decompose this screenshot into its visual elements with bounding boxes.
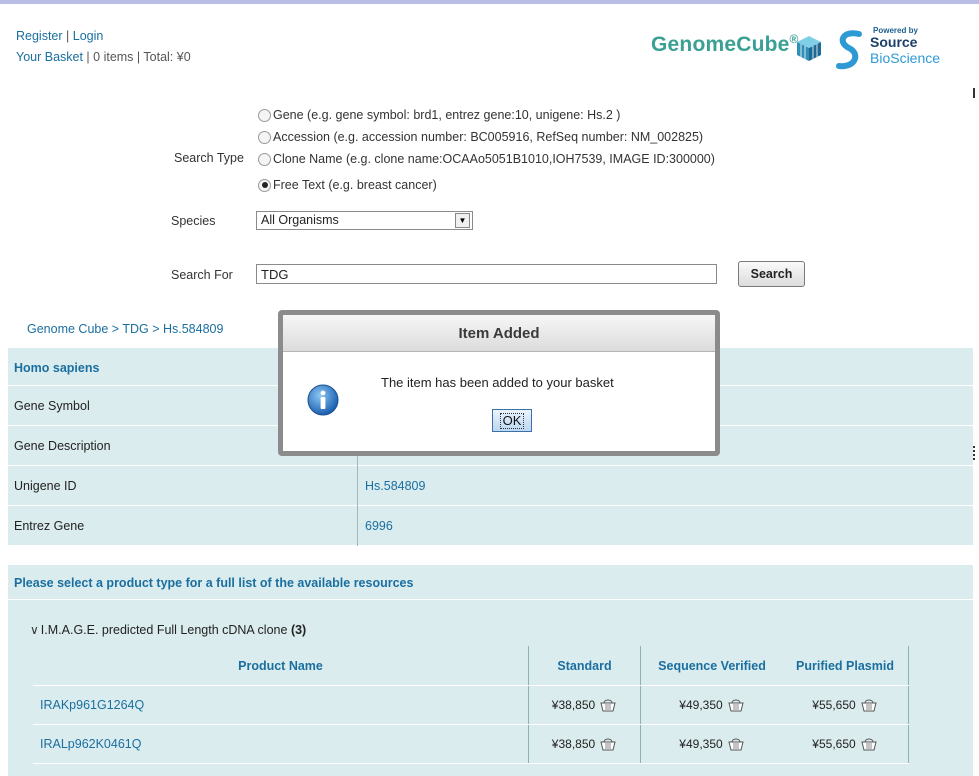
col-purified-plasmid[interactable]: Purified Plasmid [783, 646, 907, 685]
product-name-link[interactable]: IRAKp961G1264Q [40, 686, 144, 724]
info-key: Gene Symbol [14, 399, 90, 413]
radio-gene[interactable] [258, 108, 271, 122]
species-label: Species [171, 214, 216, 228]
entrez-link[interactable]: 6996 [365, 519, 393, 533]
basket-icon[interactable] [727, 698, 745, 712]
breadcrumb-genome-cube[interactable]: Genome Cube [27, 322, 108, 336]
search-type-accession[interactable]: Accession (e.g. accession number: BC0059… [258, 130, 703, 144]
basket-summary: | 0 items | Total: ¥0 [82, 50, 191, 64]
top-accent-bar [0, 0, 979, 4]
price-purified-plasmid[interactable]: ¥55,650 [783, 686, 907, 724]
radio-accession[interactable] [258, 130, 271, 144]
table-header: Product Name Standard Sequence Verified … [33, 646, 909, 686]
item-added-dialog: Item Added The item has been added to yo… [278, 310, 720, 456]
logo-source-text: Source [870, 34, 918, 50]
group-title: I.M.A.G.E. predicted Full Length cDNA cl… [40, 623, 288, 637]
radio-label: Clone Name (e.g. clone name:OCAAo5051B10… [273, 152, 715, 166]
search-type-gene[interactable]: Gene (e.g. gene symbol: brd1, entrez gen… [258, 108, 620, 122]
search-for-label: Search For [171, 268, 233, 282]
basket-link[interactable]: Your Basket [16, 50, 83, 64]
species-select[interactable]: All Organisms ▼ [256, 211, 473, 230]
info-icon [307, 384, 339, 416]
radio-label: Free Text (e.g. breast cancer) [273, 178, 437, 192]
logo-text: GenomeCube® [651, 32, 799, 56]
search-button[interactable]: Search [738, 261, 805, 287]
account-links: Register | Login Your Basket | 0 items |… [16, 26, 191, 68]
breadcrumb: Genome Cube > TDG > Hs.584809 [27, 322, 223, 336]
login-link[interactable]: Login [73, 29, 104, 43]
info-key: Entrez Gene [14, 519, 85, 533]
products-heading: Please select a product type for a full … [14, 576, 414, 590]
scrollbar-grip[interactable] [973, 446, 975, 460]
scrollbar-fragment [973, 88, 975, 98]
breadcrumb-separator: > [148, 322, 163, 336]
info-key: Unigene ID [14, 479, 77, 493]
radio-label: Accession (e.g. accession number: BC0059… [273, 130, 704, 144]
chevron-down-icon[interactable]: ∨ [30, 623, 39, 637]
radio-label: Gene (e.g. gene symbol: brd1, entrez gen… [273, 108, 621, 122]
basket-icon[interactable] [599, 737, 617, 751]
search-type-free-text[interactable]: Free Text (e.g. breast cancer) [258, 178, 437, 192]
ok-button[interactable]: OK [492, 409, 532, 432]
col-standard[interactable]: Standard [529, 646, 640, 685]
info-key: Gene Description [14, 439, 111, 453]
price-sequence-verified[interactable]: ¥49,350 [641, 686, 783, 724]
col-sequence-verified[interactable]: Sequence Verified [641, 646, 783, 685]
breadcrumb-tdg[interactable]: TDG [122, 322, 148, 336]
basket-icon[interactable] [860, 737, 878, 751]
chevron-down-icon[interactable]: ▼ [455, 213, 470, 228]
breadcrumb-separator: > [108, 322, 123, 336]
table-row: IRAKp961G1264Q ¥38,850 ¥49,350 ¥55,650 [33, 686, 909, 725]
radio-free-text[interactable] [258, 178, 271, 192]
separator: | [62, 29, 73, 43]
products-panel: Please select a product type for a full … [8, 565, 973, 776]
species-value: All Organisms [261, 213, 339, 227]
dialog-message: The item has been added to your basket [381, 375, 614, 390]
organism-name: Homo sapiens [14, 361, 100, 375]
basket-icon[interactable] [599, 698, 617, 712]
source-bioscience-swirl-icon [836, 30, 862, 70]
basket-icon[interactable] [727, 737, 745, 751]
info-row-unigene-id: Unigene ID Hs.584809 [8, 466, 973, 506]
price-standard[interactable]: ¥38,850 [529, 725, 640, 763]
genomecube-logo[interactable]: GenomeCube® Powered by Source BioScience [651, 26, 979, 72]
search-type-clone[interactable]: Clone Name (e.g. clone name:OCAAo5051B10… [258, 152, 715, 166]
price-purified-plasmid[interactable]: ¥55,650 [783, 725, 907, 763]
breadcrumb-unigene[interactable]: Hs.584809 [163, 322, 223, 336]
cube-icon [797, 36, 821, 61]
unigene-link[interactable]: Hs.584809 [365, 479, 425, 493]
search-input[interactable]: TDG [256, 264, 717, 284]
price-standard[interactable]: ¥38,850 [529, 686, 640, 724]
radio-clone[interactable] [258, 152, 271, 166]
price-sequence-verified[interactable]: ¥49,350 [641, 725, 783, 763]
product-table: Product Name Standard Sequence Verified … [33, 646, 909, 764]
product-name-link[interactable]: IRALp962K0461Q [40, 725, 141, 763]
search-type-label: Search Type [174, 151, 244, 165]
logo-bioscience-text: BioScience [870, 50, 941, 66]
register-link[interactable]: Register [16, 29, 63, 43]
info-row-entrez-gene: Entrez Gene 6996 [8, 506, 973, 546]
col-product-name[interactable]: Product Name [33, 646, 528, 685]
group-count: (3) [290, 623, 307, 637]
dialog-title: Item Added [283, 315, 715, 352]
basket-icon[interactable] [860, 698, 878, 712]
table-row: IRALp962K0461Q ¥38,850 ¥49,350 ¥55,650 [33, 725, 909, 764]
product-group-toggle[interactable]: ∨ I.M.A.G.E. predicted Full Length cDNA c… [30, 623, 306, 637]
